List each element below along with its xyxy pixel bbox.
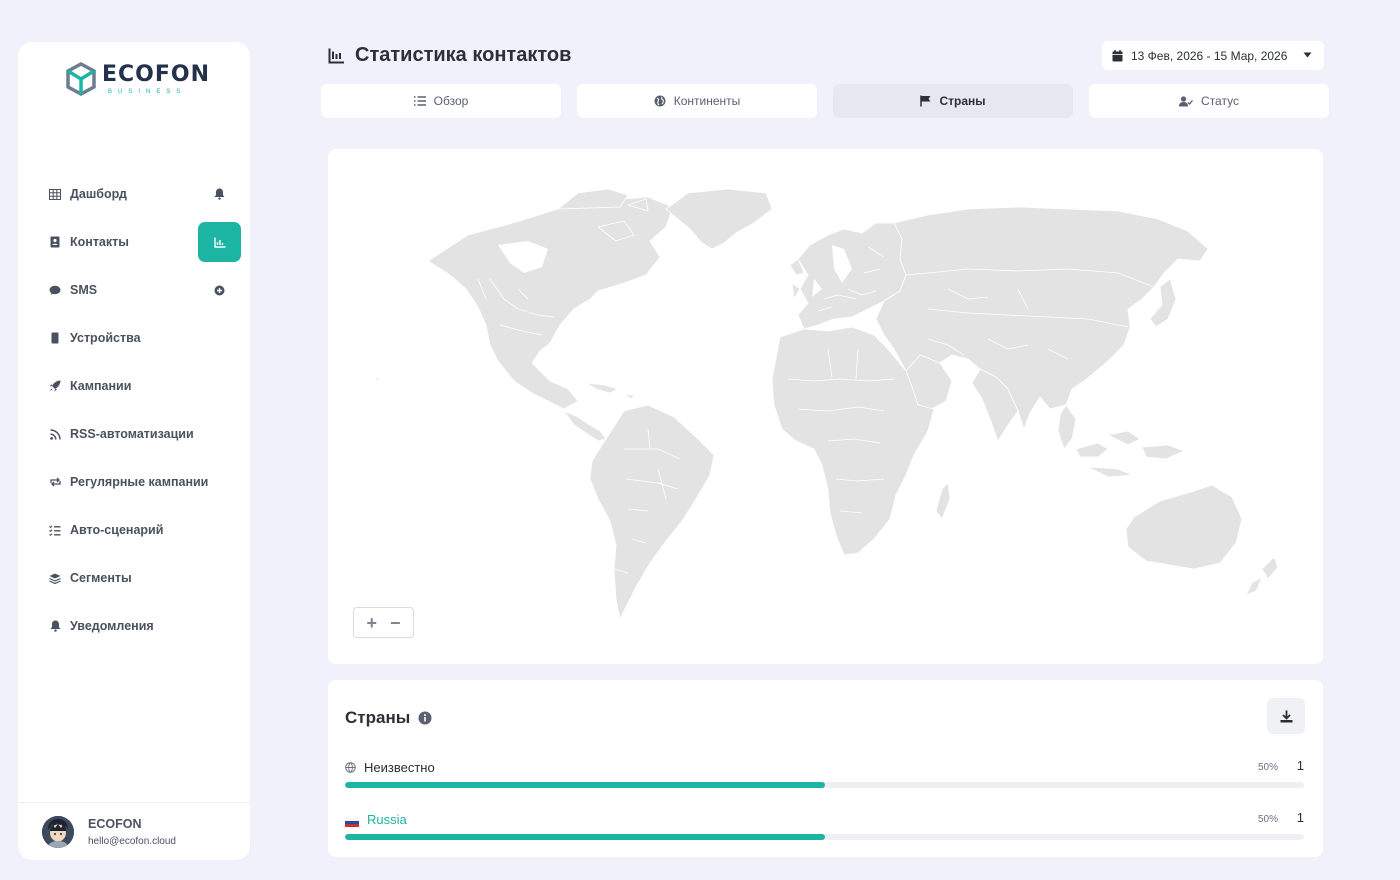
- sidebar-item-rss[interactable]: RSS-автоматизации: [18, 410, 250, 458]
- map-zoom-controls: + −: [353, 607, 414, 638]
- tab-label: Обзор: [433, 94, 469, 108]
- zoom-in-button[interactable]: +: [366, 614, 377, 632]
- globe-icon: [345, 761, 356, 773]
- sidebar-item-label: Дашборд: [70, 187, 127, 201]
- tab-label: Страны: [939, 94, 986, 108]
- cube-logo-icon: [66, 62, 96, 96]
- date-range-text: 13 Фев, 2026 - 15 Мар, 2026: [1131, 48, 1288, 63]
- progress-track: [345, 834, 1304, 840]
- flag-icon: [920, 95, 931, 107]
- map-region-new-zealand: [1245, 556, 1279, 596]
- russia-flag-icon: [344, 815, 360, 827]
- tab-status[interactable]: Статус: [1089, 84, 1329, 118]
- calendar-icon: [1112, 49, 1123, 61]
- tab-overview[interactable]: Обзор: [321, 84, 561, 118]
- address-book-icon: [48, 235, 62, 249]
- sidebar-item-label: Уведомления: [70, 619, 154, 633]
- map-region-madagascar: [935, 482, 951, 520]
- country-row[interactable]: Неизвестно 50% 1: [345, 758, 1304, 788]
- bell-icon[interactable]: [212, 187, 226, 201]
- sidebar-item-label: RSS-автоматизации: [70, 427, 194, 441]
- chart-icon: [213, 237, 225, 248]
- repeat-icon: [48, 475, 62, 489]
- avatar: [42, 815, 74, 848]
- caret-down-icon: [1303, 52, 1312, 58]
- user-name: ECOFON: [88, 816, 142, 831]
- list-icon: [413, 96, 426, 106]
- country-row[interactable]: Russia 50% 1: [344, 810, 1304, 840]
- sidebar-item-label: Сегменты: [70, 571, 132, 585]
- country-count: 1: [1296, 758, 1304, 773]
- countries-title-text: Страны: [345, 708, 411, 727]
- tab-continents[interactable]: Континенты: [577, 84, 817, 118]
- sidebar-item-recurring[interactable]: Регулярные кампании: [18, 458, 250, 506]
- brand-name: ECOFON: [102, 61, 211, 87]
- sidebar-item-dashboard[interactable]: Дашборд: [18, 170, 250, 218]
- info-icon[interactable]: [418, 711, 432, 725]
- progress-fill: [345, 782, 825, 788]
- plus-circle-icon[interactable]: [212, 283, 226, 297]
- progress-fill: [345, 834, 825, 840]
- layers-icon: [48, 571, 62, 585]
- user-email: hello@ecofon.cloud: [88, 835, 176, 847]
- logo[interactable]: ECOFON BUSINESS: [66, 62, 210, 96]
- download-button[interactable]: [1267, 698, 1305, 734]
- rocket-icon: [48, 379, 62, 393]
- contacts-stats-button[interactable]: [198, 222, 241, 262]
- sidebar-item-label: Регулярные кампании: [70, 475, 209, 489]
- list-check-icon: [48, 523, 62, 537]
- phone-icon: [48, 331, 62, 345]
- stats-tabs: Обзор Континенты Страны Статус: [321, 84, 1329, 118]
- country-name: Неизвестно: [364, 759, 435, 775]
- map-region-south-america: [589, 404, 715, 620]
- country-name-link[interactable]: Russia: [367, 812, 407, 827]
- sidebar-item-contacts[interactable]: Контакты: [18, 218, 250, 266]
- countries-card: Страны Неизвестно 50% 1 Russia 50% 1: [328, 680, 1323, 857]
- world-map-card: + −: [328, 149, 1323, 664]
- world-map[interactable]: [328, 149, 1323, 664]
- map-region-greenland: [665, 188, 773, 250]
- user-profile[interactable]: ECOFON hello@ecofon.cloud: [18, 802, 250, 860]
- sidebar-item-sms[interactable]: SMS: [18, 266, 250, 314]
- zoom-out-button[interactable]: −: [390, 614, 401, 632]
- user-check-icon: [1179, 95, 1194, 106]
- sidebar-item-label: Авто-сценарий: [70, 523, 164, 537]
- brand-tagline: BUSINESS: [108, 88, 187, 95]
- table-icon: [48, 187, 62, 201]
- sidebar: ECOFON BUSINESS Дашборд Контакты SMS Уст…: [18, 42, 250, 860]
- country-count: 1: [1296, 810, 1304, 825]
- sidebar-item-campaigns[interactable]: Кампании: [18, 362, 250, 410]
- sidebar-item-label: Контакты: [70, 235, 129, 249]
- page-title-text: Статистика контактов: [355, 44, 572, 66]
- sidebar-item-segments[interactable]: Сегменты: [18, 554, 250, 602]
- chat-icon: [48, 283, 62, 297]
- sidebar-nav: Дашборд Контакты SMS Устройства Кампании…: [18, 170, 250, 650]
- sidebar-item-devices[interactable]: Устройства: [18, 314, 250, 362]
- countries-title: Страны: [345, 708, 432, 728]
- sidebar-item-label: Кампании: [70, 379, 132, 393]
- country-percent: 50%: [1257, 814, 1278, 825]
- tab-label: Статус: [1201, 94, 1239, 108]
- map-region-north-america: [427, 196, 674, 410]
- page-title: Статистика контактов: [328, 44, 571, 67]
- sidebar-item-label: Устройства: [70, 331, 141, 345]
- sidebar-item-label: SMS: [70, 283, 98, 297]
- tab-countries[interactable]: Страны: [833, 84, 1073, 118]
- country-percent: 50%: [1257, 762, 1278, 773]
- bell-icon: [48, 619, 62, 633]
- map-region-southeast-asia: [1057, 404, 1185, 478]
- map-region-central-america: [563, 410, 607, 442]
- download-icon: [1280, 710, 1292, 722]
- rss-icon: [48, 427, 62, 441]
- progress-track: [345, 782, 1304, 788]
- sidebar-item-autoscenario[interactable]: Авто-сценарий: [18, 506, 250, 554]
- sidebar-item-notifications[interactable]: Уведомления: [18, 602, 250, 650]
- map-region-australia: [1125, 484, 1243, 570]
- date-range-picker[interactable]: 13 Фев, 2026 - 15 Мар, 2026: [1102, 41, 1324, 70]
- chart-icon: [328, 48, 344, 63]
- tab-label: Континенты: [673, 94, 741, 108]
- globe-icon: [654, 95, 666, 107]
